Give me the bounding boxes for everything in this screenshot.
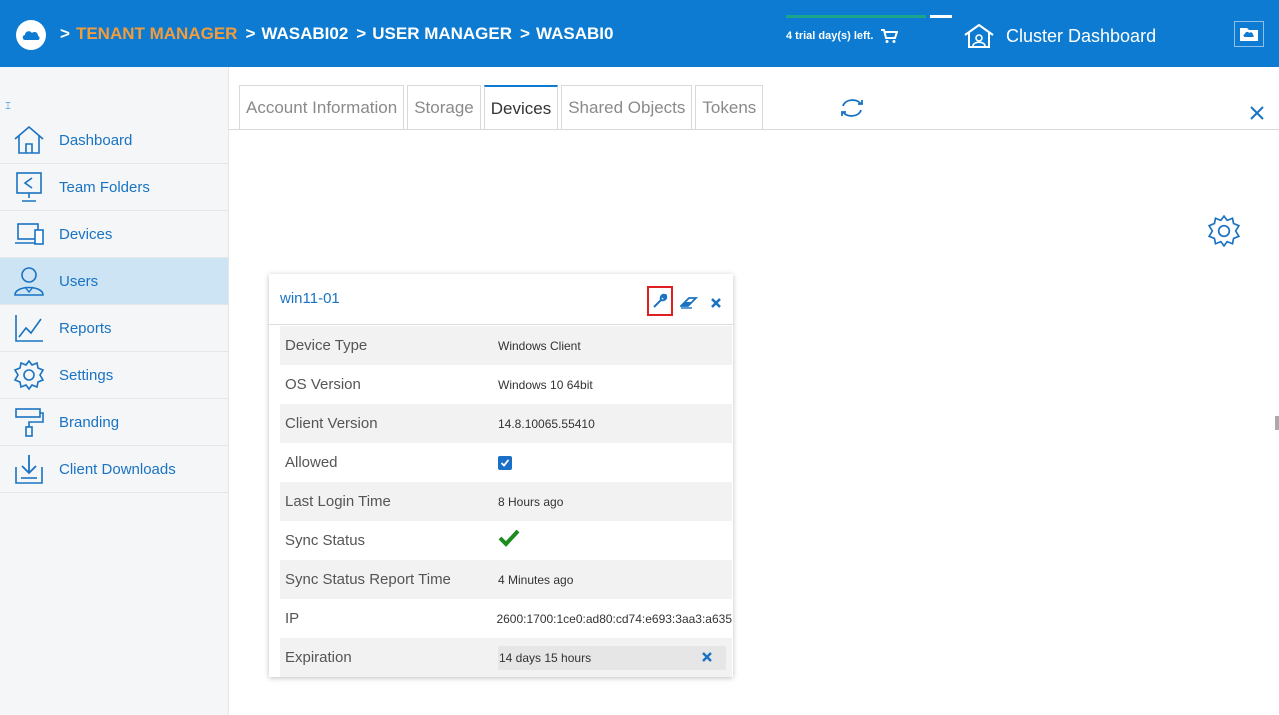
sidebar-item-branding[interactable]: Branding <box>0 399 228 446</box>
client-version-label: Client Version <box>285 415 378 432</box>
device-type-value: Windows Client <box>498 338 581 353</box>
sidebar-item-label: Users <box>59 272 99 290</box>
branding-icon <box>12 405 46 439</box>
breadcrumb-separator: > <box>520 24 530 43</box>
sidebar-item-label: Dashboard <box>59 131 133 149</box>
sidebar-item-users[interactable]: Users <box>0 258 228 305</box>
sync-status-label: Sync Status <box>285 532 366 549</box>
wrench-icon[interactable] <box>647 286 673 316</box>
last-login-label: Last Login Time <box>285 493 391 510</box>
expiration-value: 14 days 15 hours <box>499 650 592 665</box>
scrollbar-thumb[interactable] <box>1275 416 1279 430</box>
table-row: Expiration 14 days 15 hours <box>280 638 732 677</box>
tab-account-information[interactable]: Account Information <box>239 85 405 130</box>
app-logo[interactable] <box>16 20 46 50</box>
ip-value: 2600:1700:1ce0:ad80:cd74:e693:3aa3:a635 <box>496 611 732 626</box>
sidebar-item-reports[interactable]: Reports <box>0 305 228 352</box>
eraser-icon[interactable] <box>676 288 702 318</box>
breadcrumb-tenant[interactable]: WASABI02 <box>261 24 348 44</box>
tab-shared-objects[interactable]: Shared Objects <box>561 85 693 130</box>
table-row: Sync Status <box>280 521 732 560</box>
sync-report-time-label: Sync Status Report Time <box>285 571 451 588</box>
clear-expiration-icon[interactable] <box>702 651 712 665</box>
table-row: OS Version Windows 10 64bit <box>280 365 732 404</box>
sidebar-item-client-downloads[interactable]: Client Downloads <box>0 446 228 493</box>
checkmark-icon <box>498 529 520 552</box>
sidebar-item-devices[interactable]: Devices <box>0 211 228 258</box>
device-card: win11-01 Device Type Windows Client OS V… <box>269 274 733 677</box>
remove-device-icon[interactable] <box>703 288 729 318</box>
download-icon <box>12 452 46 486</box>
sidebar-collapse-icon[interactable]: ⌶ <box>5 101 11 112</box>
team-folders-icon <box>12 170 46 204</box>
breadcrumb-separator: > <box>60 24 70 43</box>
sidebar: ⌶ Dashboard Team Folders Devices Users R… <box>0 67 229 715</box>
breadcrumb-tenant-manager[interactable]: TENANT MANAGER <box>76 24 238 44</box>
expiration-label: Expiration <box>285 649 352 666</box>
trial-progress-marker <box>930 15 952 18</box>
gear-icon[interactable] <box>1207 214 1241 253</box>
cluster-dashboard-link[interactable]: Cluster Dashboard <box>962 22 1156 50</box>
cloud-folder-button[interactable] <box>1234 21 1264 47</box>
table-row: IP 2600:1700:1ce0:ad80:cd74:e693:3aa3:a6… <box>280 599 732 638</box>
trial-progress-bar <box>786 15 926 18</box>
refresh-icon[interactable] <box>838 96 866 125</box>
tab-tokens[interactable]: Tokens <box>695 85 764 130</box>
sidebar-item-label: Branding <box>59 413 120 431</box>
sync-report-time-value: 4 Minutes ago <box>498 572 574 587</box>
table-row: Client Version 14.8.10065.55410 <box>280 404 732 443</box>
allowed-checkbox[interactable] <box>498 455 512 470</box>
breadcrumb-separator: > <box>245 24 256 43</box>
breadcrumb-user: WASABI02( <box>535 24 613 43</box>
sidebar-item-label: Client Downloads <box>59 460 176 478</box>
sidebar-item-team-folders[interactable]: Team Folders <box>0 164 228 211</box>
user-tabs: Account Information Storage Devices Shar… <box>239 85 766 130</box>
users-icon <box>12 264 46 298</box>
allowed-label: Allowed <box>285 454 338 471</box>
sidebar-item-label: Settings <box>59 366 114 384</box>
sidebar-item-label: Reports <box>59 319 112 337</box>
close-icon[interactable] <box>1248 104 1266 127</box>
trial-days-text[interactable]: 4 trial day(s) left. <box>786 30 873 42</box>
last-login-value: 8 Hours ago <box>498 494 564 509</box>
breadcrumb-separator: > <box>356 24 367 43</box>
settings-icon <box>12 358 46 392</box>
tab-divider <box>229 129 1279 130</box>
table-row: Sync Status Report Time 4 Minutes ago <box>280 560 732 599</box>
cloud-folder-icon <box>1240 28 1258 41</box>
cluster-dashboard-label: Cluster Dashboard <box>1006 25 1157 46</box>
sidebar-item-settings[interactable]: Settings <box>0 352 228 399</box>
home-icon <box>12 123 46 157</box>
devices-icon <box>12 217 46 251</box>
client-version-value: 14.8.10065.55410 <box>498 416 595 431</box>
table-row: Device Type Windows Client <box>280 326 732 365</box>
tab-devices[interactable]: Devices <box>483 85 559 130</box>
sidebar-item-dashboard[interactable]: Dashboard <box>0 117 228 164</box>
sidebar-nav: Dashboard Team Folders Devices Users Rep… <box>0 117 228 493</box>
device-card-header: win11-01 <box>269 274 733 325</box>
device-name: win11-01 <box>280 290 340 307</box>
sidebar-item-label: Devices <box>59 225 113 243</box>
tab-storage[interactable]: Storage <box>407 85 481 130</box>
reports-icon <box>12 311 46 345</box>
top-header: > TENANT MANAGER > WASABI02 > USER MANAG… <box>0 0 1279 67</box>
device-details: Device Type Windows Client OS Version Wi… <box>280 326 732 677</box>
os-version-label: OS Version <box>285 376 361 393</box>
os-version-value: Windows 10 64bit <box>498 377 593 392</box>
device-type-label: Device Type <box>285 337 368 354</box>
ip-label: IP <box>285 610 300 627</box>
table-row: Allowed <box>280 443 732 482</box>
table-row: Last Login Time 8 Hours ago <box>280 482 732 521</box>
expiration-value-box: 14 days 15 hours <box>498 645 726 670</box>
cluster-home-icon <box>964 23 994 48</box>
cart-icon[interactable] <box>880 28 899 49</box>
breadcrumb: > TENANT MANAGER > WASABI02 > USER MANAG… <box>60 24 613 44</box>
cloud-logo-icon <box>22 31 40 40</box>
sidebar-item-label: Team Folders <box>59 178 150 196</box>
breadcrumb-user-manager[interactable]: USER MANAGER <box>372 24 512 44</box>
